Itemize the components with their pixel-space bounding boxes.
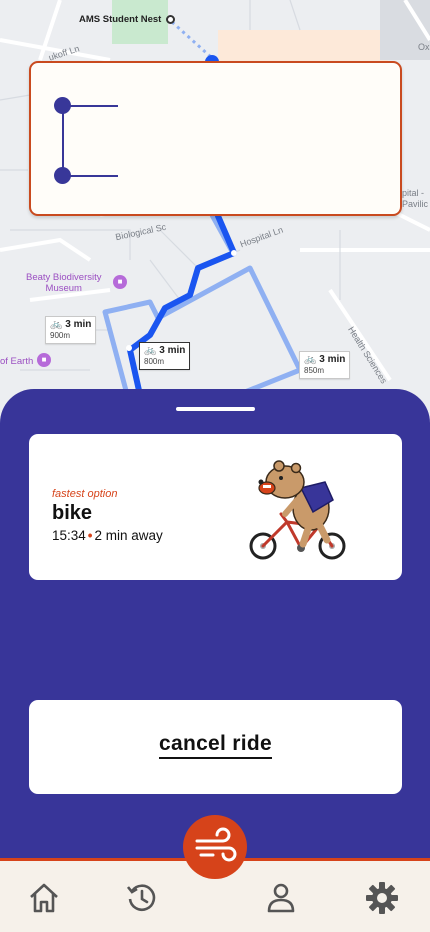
bike-icon: 🚲 [50, 319, 63, 330]
cancel-ride-label: cancel ride [158, 732, 273, 759]
route-time: 3 min [159, 345, 186, 356]
origin-line [64, 105, 118, 107]
museum-icon[interactable]: ■ [37, 353, 51, 367]
bear-on-bike-illustration [249, 460, 346, 560]
poi-earth-label: of Earth [0, 356, 34, 367]
ride-sheet: fastest option bike 15:34 • 2 min away c… [0, 389, 430, 869]
gear-icon[interactable] [365, 881, 399, 915]
eta-separator: • [87, 528, 93, 543]
ride-option-card[interactable]: fastest option bike 15:34 • 2 min away [29, 434, 402, 580]
cancel-ride-button[interactable]: cancel ride [29, 700, 402, 794]
route-distance: 900m [50, 331, 71, 340]
destination-line [64, 175, 118, 177]
route-time: 3 min [319, 354, 346, 365]
map-view[interactable]: AMS Student Nest ukoff Ln Ox Biological … [0, 0, 430, 420]
option-tag: fastest option [52, 488, 118, 500]
bike-icon: 🚲 [304, 354, 317, 365]
museum-icon[interactable]: ■ [113, 275, 127, 289]
route-time: 3 min [65, 319, 92, 330]
street-label: pital - Pavilic [402, 188, 429, 209]
eta-away: 2 min away [94, 528, 163, 543]
destination-marker-icon[interactable] [166, 15, 175, 24]
bike-icon: 🚲 [144, 345, 157, 356]
route-distance: 800m [144, 357, 165, 366]
street-label: Ox [418, 42, 430, 52]
route-connector-line [62, 105, 64, 175]
route-distance: 850m [304, 366, 325, 375]
person-icon[interactable] [264, 881, 298, 915]
route-planner-card [29, 61, 402, 216]
poi-museum-label: Beaty Biodiversity Museum [26, 272, 102, 294]
option-eta: 15:34 • 2 min away [52, 528, 163, 543]
route-chip-alt-2[interactable]: 🚲 3 min 850m [299, 351, 351, 379]
history-icon[interactable] [125, 881, 159, 915]
option-mode: bike [52, 502, 93, 524]
route-chip-selected[interactable]: 🚲 3 min 800m [139, 342, 191, 370]
route-chip-alt-1[interactable]: 🚲 3 min 900m [45, 316, 97, 344]
wind-icon [195, 827, 237, 862]
ride-fab-button[interactable] [183, 815, 247, 879]
home-icon[interactable] [27, 881, 61, 915]
sheet-drag-handle[interactable] [176, 407, 255, 411]
eta-time: 15:34 [52, 528, 86, 543]
destination-label: AMS Student Nest [79, 14, 162, 25]
